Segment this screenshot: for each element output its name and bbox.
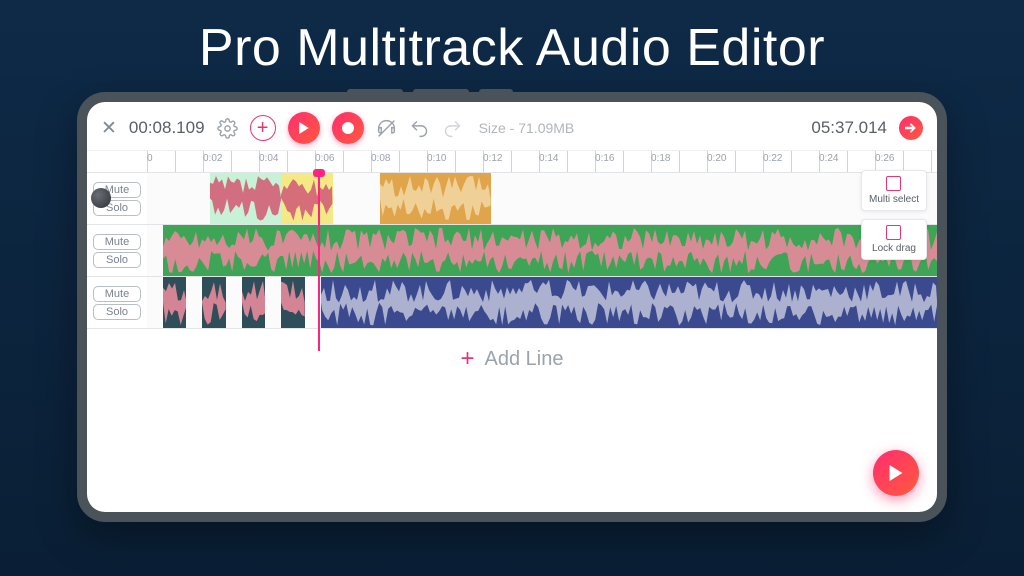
undo-icon[interactable] xyxy=(409,118,430,139)
mute-button[interactable]: Mute xyxy=(93,234,141,250)
track-gutter: Mute Solo xyxy=(87,277,147,328)
ruler-tick-label: 0:14 xyxy=(539,153,558,164)
add-button[interactable]: + xyxy=(250,115,276,141)
go-button[interactable] xyxy=(899,116,923,140)
multi-select-label: Multi select xyxy=(869,194,919,205)
track-lane[interactable] xyxy=(147,173,937,224)
track-row: MuteSolo xyxy=(87,173,937,225)
ruler-tick-label: 0:02 xyxy=(203,153,222,164)
ruler-tick-label: 0:26 xyxy=(875,153,894,164)
ruler-tick-label: 0:08 xyxy=(371,153,390,164)
ruler-tick-label: 0:18 xyxy=(651,153,670,164)
ruler-tick-label: 0:06 xyxy=(315,153,334,164)
playhead[interactable] xyxy=(318,173,320,351)
gear-icon[interactable] xyxy=(217,118,238,139)
track-lane[interactable] xyxy=(147,277,937,328)
checkbox-icon xyxy=(886,225,901,240)
audio-clip[interactable] xyxy=(163,277,187,328)
record-button[interactable] xyxy=(332,112,364,144)
mute-button[interactable]: Mute xyxy=(93,286,141,302)
audio-clip[interactable] xyxy=(281,277,305,328)
app-screen: ✕ 00:08.109 + Size - 71.09MB 05:37.014 xyxy=(87,102,937,512)
track-row: Mute Solo xyxy=(87,277,937,329)
ruler-tick-label: 0:24 xyxy=(819,153,838,164)
add-line-label: Add Line xyxy=(485,348,564,371)
fab-play-button[interactable] xyxy=(873,450,919,496)
solo-button[interactable]: Solo xyxy=(93,304,141,320)
audio-clip[interactable] xyxy=(242,277,266,328)
audio-clip[interactable] xyxy=(202,277,226,328)
play-button[interactable] xyxy=(288,112,320,144)
multi-select-toggle[interactable]: Multi select xyxy=(861,170,927,211)
audio-clip[interactable] xyxy=(163,225,937,276)
track-gutter: Mute Solo xyxy=(87,225,147,276)
tracks-area: MuteSoloMuteSoloMuteSolo xyxy=(87,173,937,329)
audio-clip[interactable] xyxy=(281,173,332,224)
lock-drag-label: Lock drag xyxy=(872,243,916,254)
device-frame: ✕ 00:08.109 + Size - 71.09MB 05:37.014 xyxy=(77,92,947,522)
ruler-tick-label: 0:20 xyxy=(707,153,726,164)
close-icon[interactable]: ✕ xyxy=(101,117,117,140)
ruler-tick-label: 0 xyxy=(147,153,153,164)
checkbox-icon xyxy=(886,176,901,191)
toolbar: ✕ 00:08.109 + Size - 71.09MB 05:37.014 xyxy=(87,102,937,151)
lock-drag-toggle[interactable]: Lock drag xyxy=(861,219,927,260)
ruler-tick-label: 0:10 xyxy=(427,153,446,164)
audio-clip[interactable] xyxy=(321,277,937,328)
solo-button[interactable]: Solo xyxy=(93,252,141,268)
file-size-label: Size - 71.09MB xyxy=(479,120,575,136)
current-time: 00:08.109 xyxy=(129,118,205,138)
audio-clip[interactable] xyxy=(210,173,281,224)
playhead-knob-icon[interactable] xyxy=(313,169,325,177)
time-ruler-row: 0 0:02 0:04 0:06 0:08 0:10 0:12 0:14 0:16 0:18 0:2… xyxy=(87,151,937,173)
track-lane[interactable] xyxy=(147,225,937,276)
ruler-tick-label: 0:12 xyxy=(483,153,502,164)
audio-clip[interactable] xyxy=(380,173,491,224)
headphones-off-icon[interactable] xyxy=(376,118,397,139)
plus-icon: + xyxy=(461,345,475,373)
add-line-button[interactable]: + Add Line xyxy=(87,329,937,389)
ruler-tick-label: 0:22 xyxy=(763,153,782,164)
ruler-tick-label: 0:04 xyxy=(259,153,278,164)
total-time: 05:37.014 xyxy=(811,118,887,138)
track-row: Mute Solo xyxy=(87,225,937,277)
marketing-title: Pro Multitrack Audio Editor xyxy=(0,0,1024,92)
time-ruler[interactable]: 0 0:02 0:04 0:06 0:08 0:10 0:12 0:14 0:16 0:18 0:2… xyxy=(147,151,937,172)
ruler-tick-label: 0:16 xyxy=(595,153,614,164)
redo-icon[interactable] xyxy=(442,118,463,139)
drag-knob-icon[interactable] xyxy=(91,188,111,208)
